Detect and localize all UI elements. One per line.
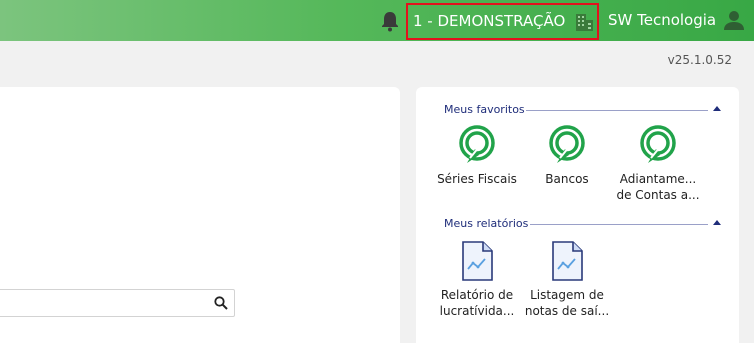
- shortcut-icon: [549, 125, 585, 163]
- tile-label-line2: notas de saí...: [524, 304, 610, 318]
- company-name: 1 - DEMONSTRAÇÃO: [413, 12, 566, 30]
- reports-title: Meus relatórios: [444, 217, 529, 230]
- tile-label-line1: Listagem de: [530, 288, 604, 302]
- user-icon[interactable]: [723, 9, 745, 31]
- chevron-up-icon[interactable]: [712, 104, 722, 112]
- top-bar: 1 - DEMONSTRAÇÃO SW Tecnologia: [0, 0, 754, 41]
- favorite-item-bancos[interactable]: Bancos: [519, 125, 615, 187]
- search-input[interactable]: [0, 289, 235, 317]
- favorite-item-adiantamento[interactable]: Adiantame... de Contas a...: [610, 125, 706, 203]
- report-item-relatorio-lucratividade[interactable]: Relatório de lucratívida...: [429, 241, 525, 319]
- tile-label: Bancos: [545, 172, 589, 186]
- divider: [526, 110, 708, 111]
- tile-label-line1: Adiantame...: [619, 172, 697, 186]
- building-icon: [576, 14, 593, 31]
- version-label: v25.1.0.52: [667, 53, 732, 67]
- favorites-panel: Meus favoritos Séries Fiscais Bancos Adi: [416, 87, 739, 343]
- tile-label-line1: Relatório de: [440, 288, 514, 302]
- divider: [530, 224, 708, 225]
- bell-icon[interactable]: [380, 10, 400, 32]
- tile-label-line2: lucratívida...: [439, 304, 515, 318]
- tile-label: Séries Fiscais: [437, 172, 517, 186]
- search-icon[interactable]: [214, 296, 228, 310]
- favorites-title: Meus favoritos: [444, 103, 525, 116]
- chevron-up-icon[interactable]: [712, 218, 722, 226]
- report-item-listagem-notas[interactable]: Listagem de notas de saí...: [519, 241, 615, 319]
- user-name[interactable]: SW Tecnologia: [608, 11, 716, 29]
- shortcut-icon: [640, 125, 676, 163]
- tile-label-line2: de Contas a...: [616, 188, 700, 202]
- favorites-header[interactable]: Meus favoritos: [444, 103, 722, 117]
- report-document-icon: [552, 241, 583, 281]
- shortcut-icon: [459, 125, 495, 163]
- company-selector[interactable]: 1 - DEMONSTRAÇÃO: [406, 3, 599, 40]
- report-document-icon: [462, 241, 493, 281]
- reports-header[interactable]: Meus relatórios: [444, 217, 722, 231]
- favorite-item-series-fiscais[interactable]: Séries Fiscais: [429, 125, 525, 187]
